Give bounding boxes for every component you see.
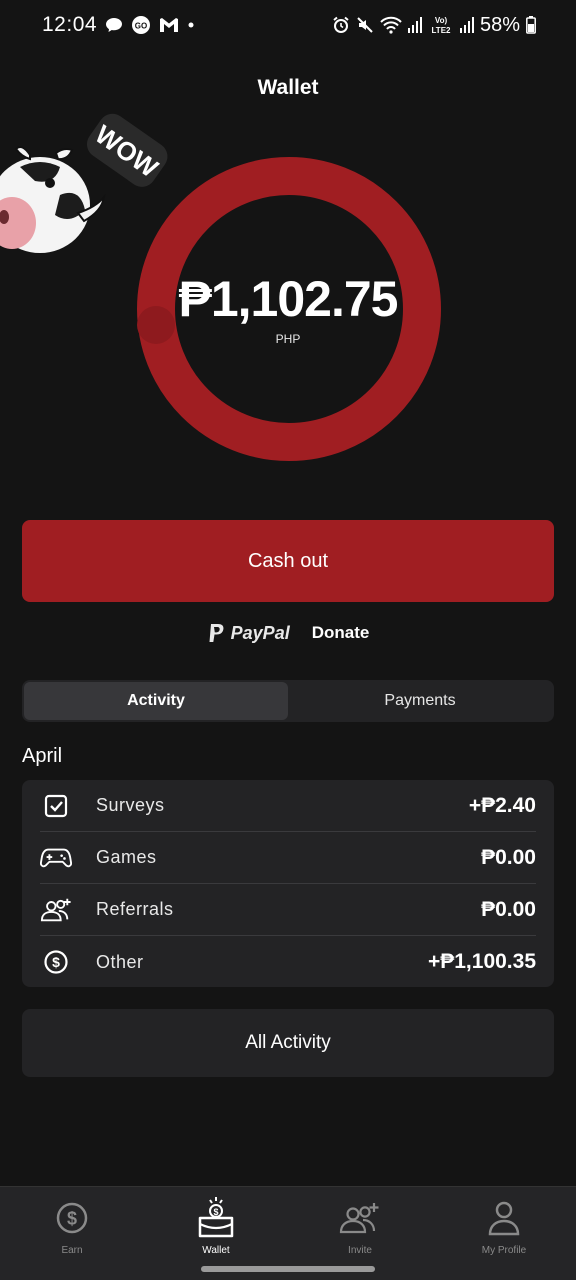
row-amount: +₱2.40 [468, 793, 536, 817]
add-users-icon [40, 894, 72, 926]
nav-label: My Profile [481, 1245, 527, 1256]
status-right: Vo) LTE2 58% [332, 14, 536, 37]
nav-item-my-profile[interactable]: My Profile [432, 1187, 576, 1280]
paypal-logo[interactable]: PayPal [207, 623, 290, 644]
row-label: Other [96, 951, 144, 972]
row-amount: +₱1,100.35 [427, 950, 536, 973]
list-item[interactable]: Games ₱0.00 [40, 832, 536, 884]
activity-tabs: Activity Payments [22, 680, 554, 722]
page-title: Wallet [257, 76, 319, 99]
month-heading: April [22, 745, 63, 767]
nav-label: Invite [348, 1245, 372, 1256]
list-item[interactable]: Surveys +₱2.40 [40, 780, 536, 832]
tab-activity[interactable]: Activity [24, 682, 288, 720]
row-amount: ₱0.00 [481, 845, 536, 869]
svg-text:Vo): Vo) [435, 16, 448, 25]
all-activity-button[interactable]: All Activity [22, 1009, 554, 1077]
paypal-icon [209, 624, 224, 642]
status-bar: 12:04 GO Vo) LTE2 58% [0, 0, 576, 50]
svg-text:LTE2: LTE2 [431, 26, 451, 35]
tab-payments[interactable]: Payments [288, 682, 552, 720]
balance-currency: PHP [275, 332, 301, 346]
row-amount: ₱0.00 [481, 897, 536, 921]
battery-icon [526, 16, 536, 34]
checkbox-icon [40, 790, 72, 822]
gamepad-icon [40, 842, 72, 874]
row-label: Referrals [96, 899, 174, 919]
signal-icon [407, 17, 422, 33]
donate-link[interactable]: Donate [312, 623, 370, 643]
mute-icon [356, 16, 374, 34]
chat-bubble-icon [105, 16, 123, 34]
go-icon: GO [131, 15, 151, 35]
row-label: Games [96, 847, 157, 867]
balance-amount: ₱1,102.75 [178, 271, 399, 327]
svg-text:GO: GO [135, 22, 147, 31]
list-item[interactable]: Referrals ₱0.00 [40, 884, 536, 936]
svg-text:$: $ [213, 1207, 218, 1217]
home-indicator[interactable] [201, 1266, 375, 1272]
dollar-circle-icon: $ [40, 946, 72, 978]
person-icon [481, 1195, 527, 1241]
cash-out-button[interactable]: Cash out [22, 520, 554, 602]
list-item[interactable]: $ Other +₱1,100.35 [40, 936, 536, 988]
svg-text:$: $ [52, 954, 60, 970]
status-time: 12:04 [42, 13, 98, 36]
svg-text:$: $ [67, 1209, 77, 1229]
signal-icon [459, 17, 474, 33]
dollar-circle-icon: $ [49, 1195, 95, 1241]
status-left: 12:04 GO [42, 13, 195, 37]
wallet-icon: $ [193, 1195, 239, 1241]
gmail-icon [159, 17, 179, 33]
nav-label: Wallet [202, 1245, 230, 1256]
battery-percent: 58% [479, 13, 520, 36]
dot-icon [187, 21, 195, 29]
nav-label: Earn [61, 1245, 83, 1256]
wifi-icon [380, 16, 402, 34]
row-label: Surveys [96, 795, 165, 815]
add-users-icon [337, 1195, 383, 1241]
activity-list: Surveys +₱2.40 Games ₱0.00 Referrals ₱0.… [22, 780, 554, 987]
payment-methods: PayPal Donate [0, 618, 576, 648]
paypal-label: PayPal [230, 622, 290, 643]
volte-icon: Vo) LTE2 [428, 15, 454, 35]
nav-item-earn[interactable]: $ Earn [0, 1187, 144, 1280]
alarm-icon [332, 16, 350, 34]
